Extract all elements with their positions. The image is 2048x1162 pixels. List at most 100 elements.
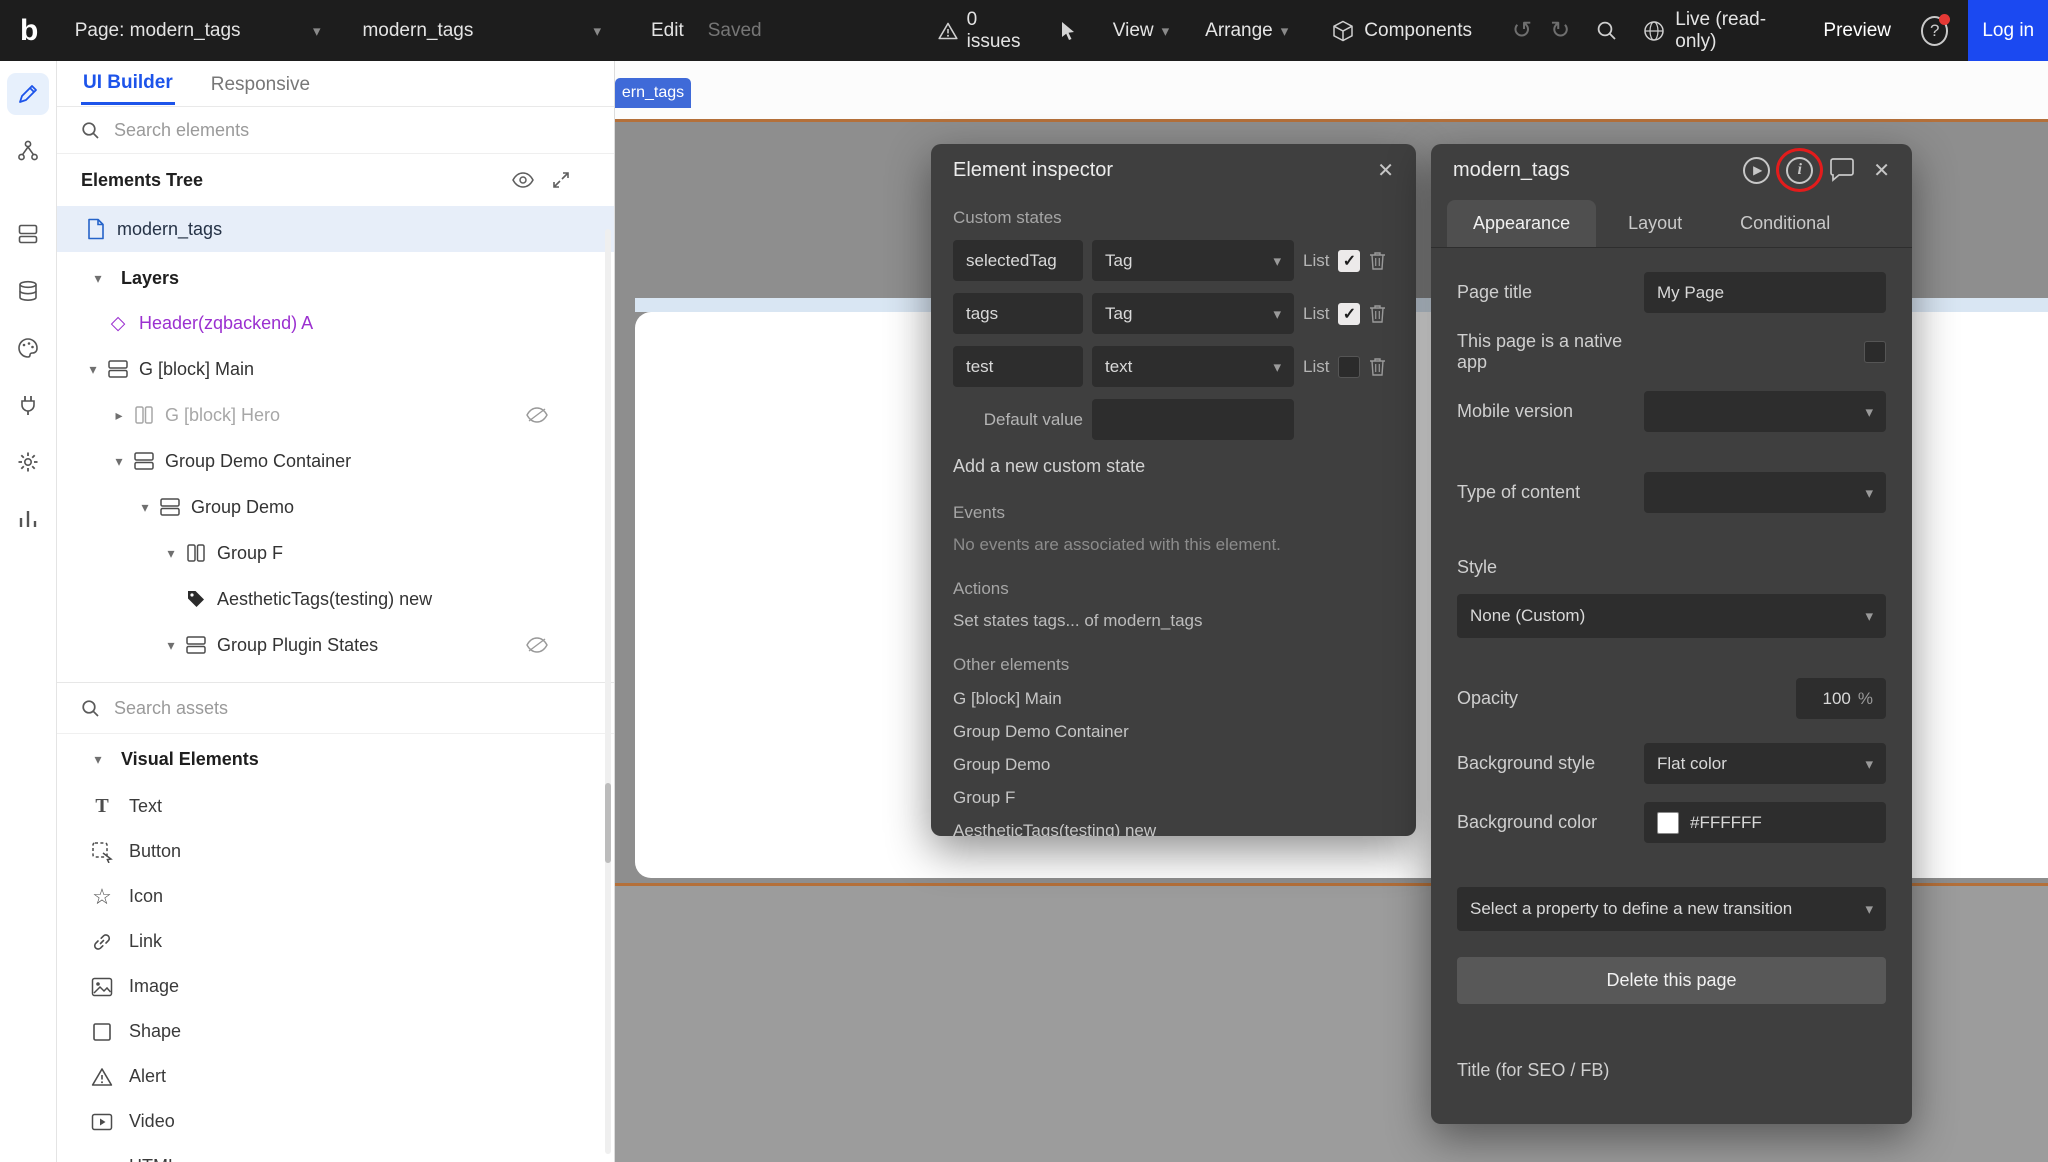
caret-right-icon[interactable]: ▸ — [106, 407, 132, 424]
other-element-item[interactable]: Group Demo — [953, 755, 1394, 774]
trash-icon[interactable] — [1369, 357, 1386, 376]
tab-conditional[interactable]: Conditional — [1714, 200, 1856, 247]
palette-item-shape[interactable]: Shape — [57, 1009, 614, 1054]
plugins-tab-icon[interactable] — [7, 384, 49, 426]
caret-down-icon[interactable]: ▾ — [106, 453, 132, 470]
tab-responsive[interactable]: Responsive — [209, 64, 312, 104]
palette-item-image[interactable]: Image — [57, 964, 614, 1009]
tab-layout[interactable]: Layout — [1602, 200, 1708, 247]
eye-off-icon[interactable] — [526, 637, 548, 653]
cursor-tool-icon[interactable] — [1059, 21, 1077, 41]
tree-item-group-demo[interactable]: ▾ Group Demo — [57, 484, 614, 530]
undo-icon[interactable]: ↺ — [1512, 16, 1532, 45]
palette-item-icon[interactable]: ☆ Icon — [57, 874, 614, 919]
tree-item-aesthetictags[interactable]: AestheticTags(testing) new — [57, 576, 614, 622]
eye-off-icon[interactable] — [526, 407, 548, 423]
list-checkbox[interactable] — [1338, 356, 1360, 378]
background-color-input[interactable]: #FFFFFF — [1644, 802, 1886, 843]
native-app-checkbox[interactable] — [1864, 341, 1886, 363]
add-custom-state-link[interactable]: Add a new custom state — [953, 456, 1394, 477]
expand-icon[interactable] — [552, 171, 570, 189]
tree-item-group-plugin-states[interactable]: ▾ Group Plugin States — [57, 622, 614, 668]
opacity-input[interactable]: 100 % — [1796, 678, 1886, 719]
scrollbar-track[interactable] — [605, 229, 611, 1154]
tree-item-header-reusable[interactable]: ◇ Header(zqbackend) A — [57, 300, 614, 346]
workflow-tab-icon[interactable] — [7, 130, 49, 172]
element-selector[interactable]: modern_tags ▾ — [348, 0, 615, 61]
palette-item-html[interactable]: </> HTML — [57, 1144, 614, 1162]
design-tab-icon[interactable] — [7, 73, 49, 115]
palette-item-link[interactable]: Link — [57, 919, 614, 964]
action-item[interactable]: Set states tags... of modern_tags — [953, 611, 1394, 631]
caret-down-icon[interactable]: ▾ — [132, 499, 158, 516]
caret-down-icon[interactable]: ▾ — [158, 637, 184, 654]
page-top-area[interactable] — [615, 61, 2048, 119]
close-icon[interactable]: ✕ — [1377, 158, 1394, 183]
scrollbar-thumb[interactable] — [605, 783, 611, 863]
preview-button[interactable]: Preview — [1823, 20, 1891, 42]
style-dropdown[interactable]: None (Custom) ▾ — [1457, 594, 1886, 638]
help-icon[interactable]: ? — [1921, 16, 1948, 46]
mobile-version-dropdown[interactable]: ▾ — [1644, 391, 1886, 432]
bubble-logo[interactable]: b — [20, 14, 51, 48]
tab-appearance[interactable]: Appearance — [1447, 200, 1596, 247]
trash-icon[interactable] — [1369, 304, 1386, 323]
state-name-input[interactable]: tags — [953, 293, 1083, 334]
other-element-item[interactable]: Group Demo Container — [953, 722, 1394, 741]
arrange-menu[interactable]: Arrange ▾ — [1205, 20, 1288, 42]
delete-page-button[interactable]: Delete this page — [1457, 957, 1886, 1004]
page-selector[interactable]: Page: modern_tags ▾ — [61, 0, 335, 61]
live-readonly-button[interactable]: Live (read-only) — [1643, 9, 1791, 53]
other-element-item[interactable]: Group F — [953, 788, 1394, 807]
login-button[interactable]: Log in — [1968, 0, 2048, 61]
layers-header[interactable]: ▾ Layers — [57, 256, 614, 300]
issues-indicator[interactable]: 0 issues — [938, 9, 1027, 53]
pages-tab-icon[interactable] — [7, 213, 49, 255]
caret-down-icon[interactable]: ▾ — [158, 545, 184, 562]
state-type-dropdown[interactable]: Tag ▾ — [1092, 293, 1294, 334]
visual-elements-header[interactable]: ▾ Visual Elements — [57, 734, 614, 784]
palette-item-button[interactable]: Button — [57, 829, 614, 874]
other-element-item[interactable]: G [block] Main — [953, 689, 1394, 708]
eye-icon[interactable] — [512, 172, 534, 188]
palette-item-alert[interactable]: Alert — [57, 1054, 614, 1099]
search-icon[interactable] — [1596, 20, 1617, 41]
edit-menu[interactable]: Edit — [651, 20, 684, 42]
tree-item-g-block-main[interactable]: ▾ G [block] Main — [57, 346, 614, 392]
search-elements-input[interactable] — [114, 120, 514, 141]
tree-item-group-demo-container[interactable]: ▾ Group Demo Container — [57, 438, 614, 484]
background-style-dropdown[interactable]: Flat color ▾ — [1644, 743, 1886, 784]
styles-tab-icon[interactable] — [7, 327, 49, 369]
other-element-item[interactable]: AestheticTags(testing) new — [953, 821, 1394, 836]
tree-item-group-f[interactable]: ▾ Group F — [57, 530, 614, 576]
components-button[interactable]: Components — [1332, 20, 1472, 42]
transition-dropdown[interactable]: Select a property to define a new transi… — [1457, 887, 1886, 931]
data-tab-icon[interactable] — [7, 270, 49, 312]
default-value-input[interactable] — [1092, 399, 1294, 440]
state-type-dropdown[interactable]: Tag ▾ — [1092, 240, 1294, 281]
settings-tab-icon[interactable] — [7, 441, 49, 483]
list-checkbox[interactable] — [1338, 303, 1360, 325]
redo-icon[interactable]: ↻ — [1550, 16, 1570, 45]
preview-play-icon[interactable]: ▶ — [1743, 157, 1770, 184]
inspector-header[interactable]: Element inspector ✕ — [931, 144, 1416, 196]
state-type-dropdown[interactable]: text ▾ — [1092, 346, 1294, 387]
type-of-content-dropdown[interactable]: ▾ — [1644, 472, 1886, 513]
list-checkbox[interactable] — [1338, 250, 1360, 272]
view-menu[interactable]: View ▾ — [1113, 20, 1169, 42]
trash-icon[interactable] — [1369, 251, 1386, 270]
tab-ui-builder[interactable]: UI Builder — [81, 62, 175, 105]
info-icon[interactable]: i — [1786, 157, 1813, 184]
state-name-input[interactable]: selectedTag — [953, 240, 1083, 281]
comment-icon[interactable] — [1829, 158, 1855, 182]
palette-item-text[interactable]: T Text — [57, 784, 614, 829]
state-name-input[interactable]: test — [953, 346, 1083, 387]
logs-tab-icon[interactable] — [7, 498, 49, 540]
palette-item-video[interactable]: Video — [57, 1099, 614, 1144]
caret-down-icon[interactable]: ▾ — [80, 361, 106, 378]
page-title-input[interactable]: My Page — [1644, 272, 1886, 313]
close-icon[interactable]: ✕ — [1873, 158, 1890, 183]
tree-item-g-block-hero[interactable]: ▸ G [block] Hero — [57, 392, 614, 438]
color-swatch[interactable] — [1657, 812, 1679, 834]
search-assets-input[interactable] — [114, 698, 494, 719]
